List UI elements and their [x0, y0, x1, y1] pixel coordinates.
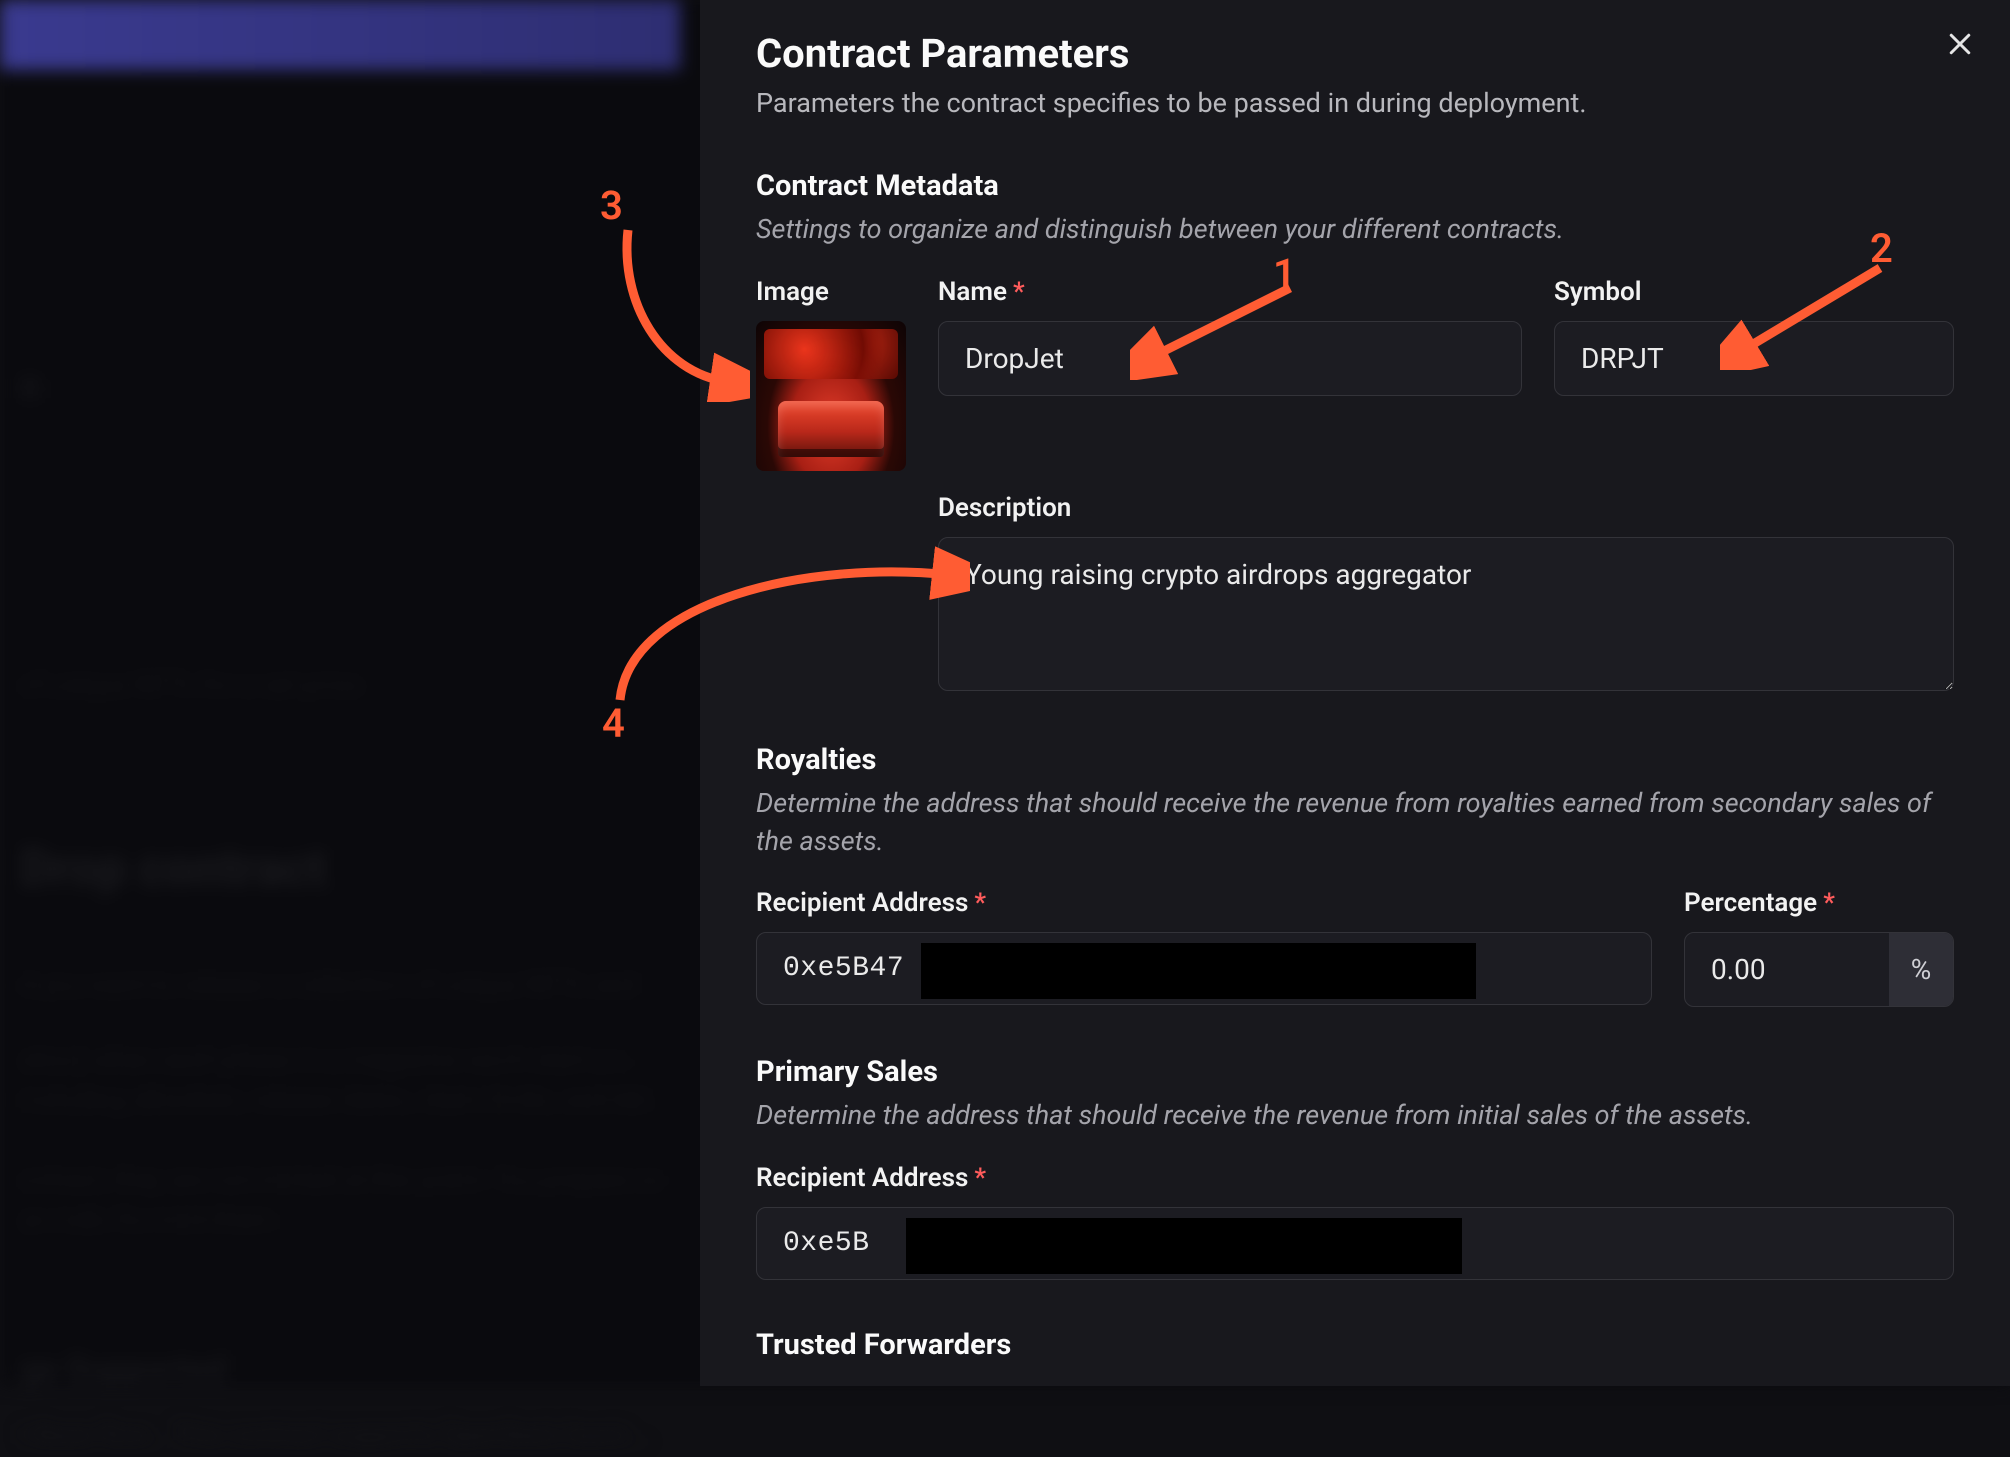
percentage-suffix: %: [1889, 933, 1953, 1006]
backdrop-text-4b: an indic for mint them.: [20, 1200, 281, 1242]
address-redaction: [906, 1218, 1462, 1274]
symbol-input[interactable]: [1554, 321, 1954, 396]
primary-addr-label: Recipient Address*: [756, 1163, 1954, 1193]
backdrop-heading-chip: n: [20, 365, 40, 407]
description-textarea[interactable]: [938, 537, 1954, 691]
description-label: Description: [938, 493, 1954, 523]
panel-subtitle: Parameters the contract specifies to be …: [756, 87, 1954, 119]
backdrop-text-3b: including allowlists, release dates, cla…: [20, 1080, 668, 1122]
contract-parameters-panel: Contract Parameters Parameters the contr…: [700, 0, 2010, 1386]
primary-desc: Determine the address that should receiv…: [756, 1097, 1954, 1135]
backdrop-supported: ge Supported: [20, 1350, 226, 1390]
image-label: Image: [756, 277, 906, 307]
section-metadata: Contract Metadata Settings to organize a…: [756, 169, 1954, 695]
metadata-desc: Settings to organize and distinguish bet…: [756, 211, 1954, 249]
panel-title: Contract Parameters: [756, 30, 1954, 77]
trusted-heading: Trusted Forwarders: [756, 1328, 1954, 1362]
address-redaction: [921, 943, 1476, 999]
contract-image-upload[interactable]: [756, 321, 906, 471]
backdrop-text-1: of unique NFTs for a set price.: [20, 665, 368, 707]
name-input[interactable]: [938, 321, 1522, 396]
backdrop-text-4: ontract, they are not minted at this poi…: [20, 1160, 664, 1202]
royalty-percentage-input[interactable]: [1685, 933, 1889, 1006]
royalty-addr-label: Recipient Address*: [756, 888, 1652, 918]
backdrop-text-2: d you want to release a collection of un…: [20, 965, 636, 1007]
close-button[interactable]: [1938, 22, 1982, 66]
symbol-label: Symbol: [1554, 277, 1954, 307]
backdrop-title: Drop contract: [20, 840, 326, 898]
backdrop-text-3: atics) when each phase in a magazine won…: [20, 1040, 648, 1082]
section-trusted-forwarders: Trusted Forwarders: [756, 1328, 1954, 1362]
backdrop-banner: [0, 0, 680, 70]
metadata-heading: Contract Metadata: [756, 169, 1954, 203]
section-royalties: Royalties Determine the address that sho…: [756, 743, 1954, 1008]
backdrop-content: n of unique NFTs for a set price. Drop c…: [0, 70, 680, 1386]
close-icon: [1945, 29, 1975, 59]
royalties-heading: Royalties: [756, 743, 1954, 777]
primary-heading: Primary Sales: [756, 1055, 1954, 1089]
royalty-pct-label: Percentage*: [1684, 888, 1954, 918]
royalties-desc: Determine the address that should receiv…: [756, 785, 1954, 861]
name-label: Name*: [938, 277, 1522, 307]
section-primary-sales: Primary Sales Determine the address that…: [756, 1055, 1954, 1280]
backdrop-text-5: t Base flow... This contract supports Op…: [20, 1415, 650, 1457]
